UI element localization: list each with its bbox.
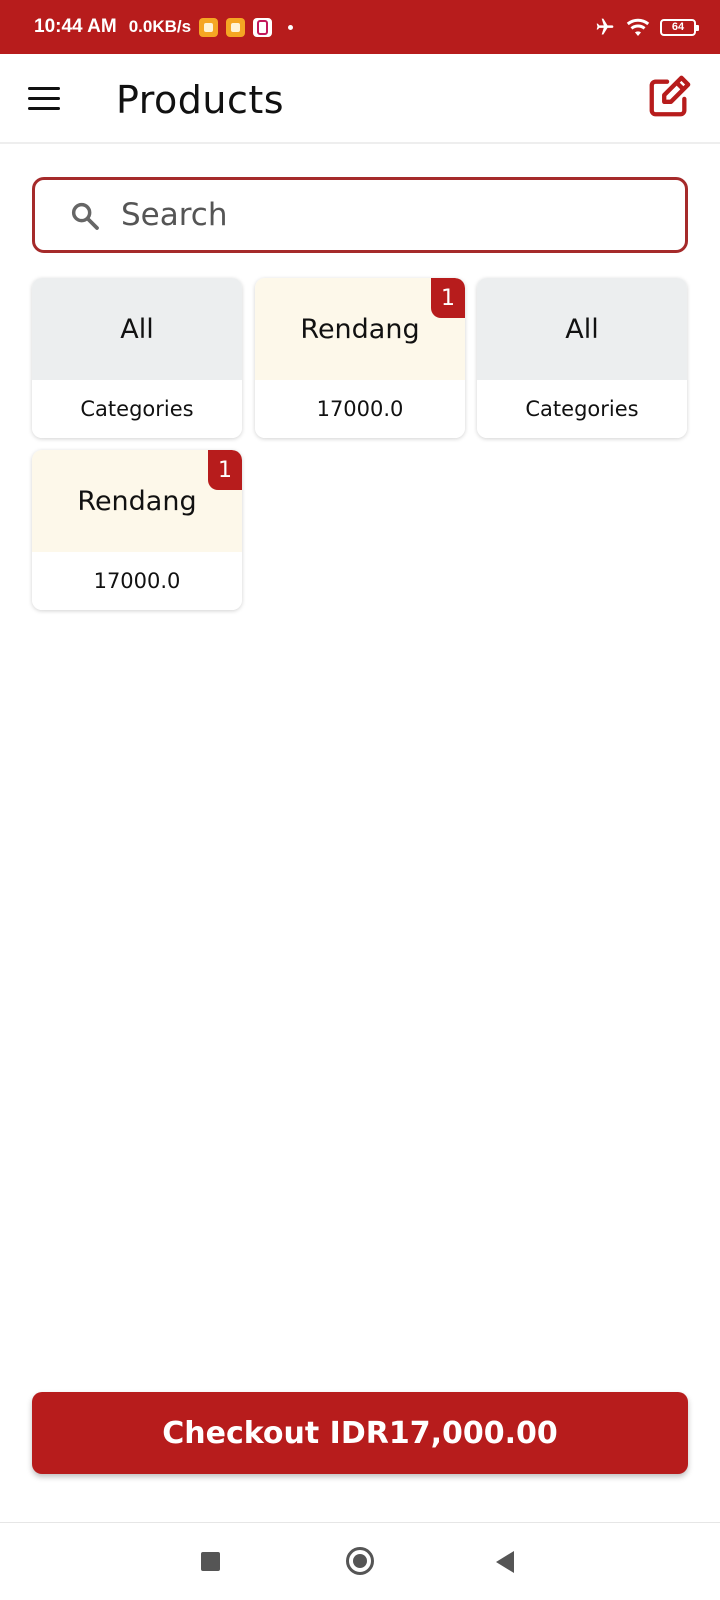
status-time: 10:44 AM [34,16,117,37]
product-card-subtitle: Categories [477,380,687,438]
notification-app-icon [226,17,246,37]
edit-square-icon[interactable] [646,74,692,120]
quantity-badge: 1 [431,278,465,318]
page-title: Products [116,78,285,122]
product-card[interactable]: All Categories [477,278,687,438]
status-bar: 10:44 AM 0.0KB/s 64 [0,0,720,54]
battery-icon: 64 [660,18,699,36]
status-net-speed: 0.0KB/s [128,17,192,36]
notification-dot-icon [288,24,294,30]
search-icon [71,202,99,230]
product-card[interactable]: Rendang 17000.0 1 [32,450,242,610]
status-right-group: 64 [594,17,699,37]
hamburger-menu-icon[interactable] [28,87,62,111]
product-card-name: All [477,278,687,380]
battery-level: 64 [671,21,685,33]
system-nav-bar [0,1522,720,1600]
notification-app-icon [199,17,219,37]
product-card-price: 17000.0 [255,380,465,438]
back-icon[interactable] [496,1551,514,1573]
search-input[interactable] [121,190,661,240]
product-card[interactable]: Rendang 17000.0 1 [255,278,465,438]
product-card-name: All [32,278,242,380]
product-card[interactable]: All Categories [32,278,242,438]
airplane-mode-icon [596,18,614,35]
quantity-badge: 1 [208,450,242,490]
wifi-icon [626,18,650,36]
search-box[interactable] [32,177,688,253]
recent-apps-icon[interactable] [201,1552,220,1571]
home-icon[interactable] [346,1547,374,1575]
notification-app-icon [253,17,273,37]
product-card-subtitle: Categories [32,380,242,438]
product-card-price: 17000.0 [32,552,242,610]
app-bar: Products [0,54,720,144]
checkout-button[interactable]: Checkout IDR17,000.00 [32,1392,688,1474]
